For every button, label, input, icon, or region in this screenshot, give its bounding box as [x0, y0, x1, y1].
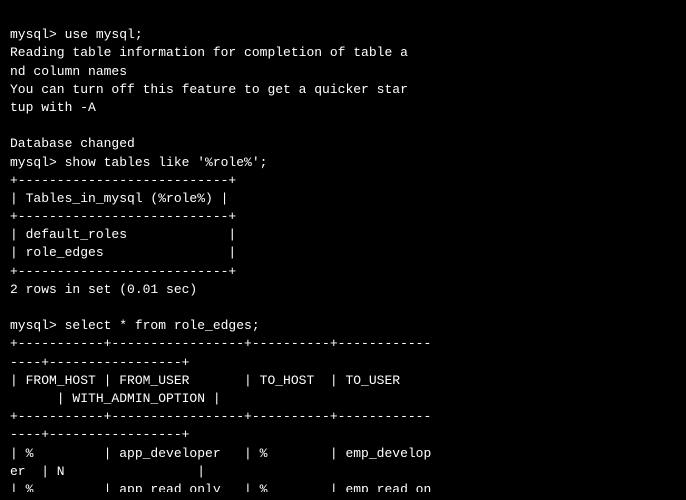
terminal-line: mysql> select * from role_edges; [10, 317, 676, 335]
terminal-line: +-----------+-----------------+---------… [10, 408, 676, 426]
terminal-line: Reading table information for completion… [10, 44, 676, 62]
terminal-line: Database changed [10, 135, 676, 153]
terminal-line: You can turn off this feature to get a q… [10, 81, 676, 99]
terminal-line: +---------------------------+ [10, 263, 676, 281]
terminal-line: | % | app_read_only | % | emp_read_on [10, 481, 676, 492]
terminal-line: tup with -A [10, 99, 676, 117]
terminal-line: ----+-----------------+ [10, 426, 676, 444]
terminal-line: | % | app_developer | % | emp_develop [10, 445, 676, 463]
terminal-line: er | N | [10, 463, 676, 481]
terminal-line: nd column names [10, 63, 676, 81]
terminal-line [10, 299, 676, 317]
terminal-line: ----+-----------------+ [10, 354, 676, 372]
terminal-line: | default_roles | [10, 226, 676, 244]
terminal-line [10, 117, 676, 135]
terminal-line: | WITH_ADMIN_OPTION | [10, 390, 676, 408]
terminal-line: +---------------------------+ [10, 172, 676, 190]
terminal-line: mysql> show tables like '%role%'; [10, 154, 676, 172]
terminal-line: mysql> use mysql; [10, 26, 676, 44]
terminal-line: 2 rows in set (0.01 sec) [10, 281, 676, 299]
terminal-window: mysql> use mysql;Reading table informati… [10, 8, 676, 492]
terminal-line: | role_edges | [10, 244, 676, 262]
terminal-line: +---------------------------+ [10, 208, 676, 226]
terminal-line: | Tables_in_mysql (%role%) | [10, 190, 676, 208]
terminal-line: +-----------+-----------------+---------… [10, 335, 676, 353]
terminal-line: | FROM_HOST | FROM_USER | TO_HOST | TO_U… [10, 372, 676, 390]
